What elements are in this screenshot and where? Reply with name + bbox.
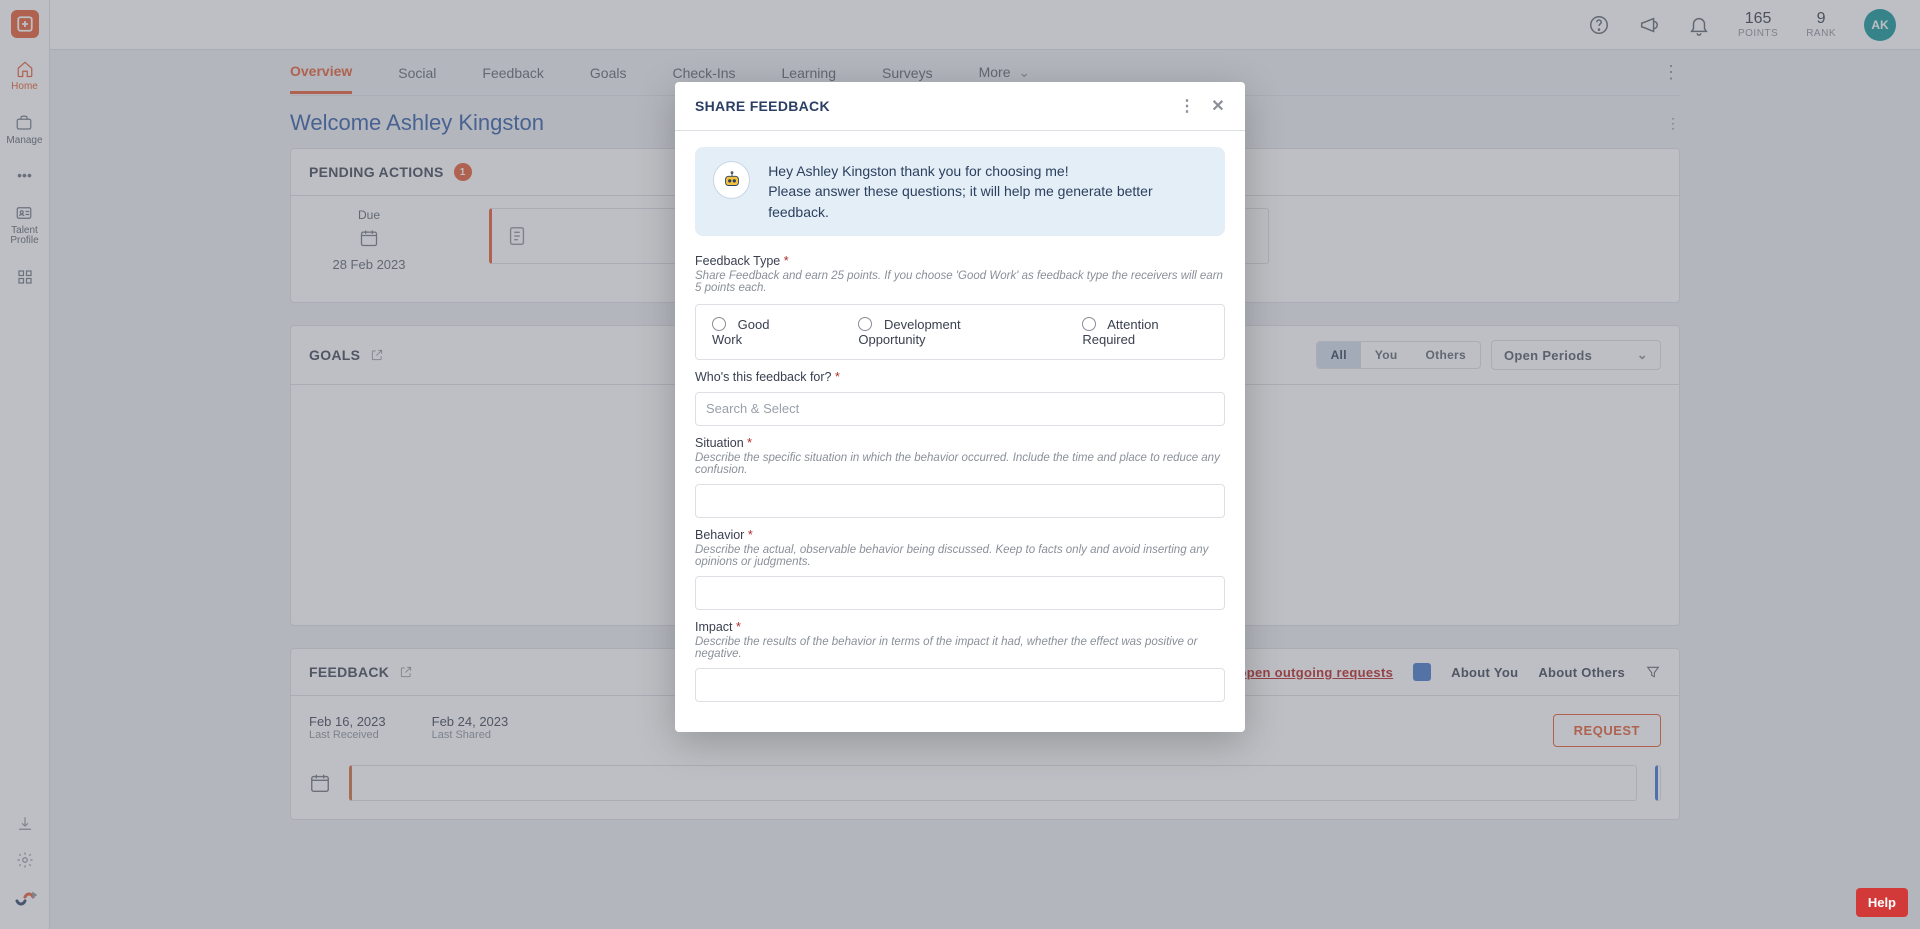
modal-title: SHARE FEEDBACK: [695, 98, 830, 114]
impact-input[interactable]: [695, 668, 1225, 702]
bot-icon: [713, 161, 750, 199]
situation-input[interactable]: [695, 484, 1225, 518]
radio-icon: [712, 317, 726, 331]
behavior-input[interactable]: [695, 576, 1225, 610]
feedback-type-hint: Share Feedback and earn 25 points. If yo…: [695, 270, 1225, 294]
who-label: Who's this feedback for?: [695, 370, 831, 384]
situation-label: Situation: [695, 436, 744, 450]
assistant-line1: Hey Ashley Kingston thank you for choosi…: [768, 161, 1207, 181]
behavior-hint: Describe the actual, observable behavior…: [695, 544, 1225, 568]
feedback-type-attention[interactable]: Attention Required: [1082, 317, 1208, 347]
impact-section: Impact * Describe the results of the beh…: [675, 620, 1245, 702]
radio-icon: [858, 317, 872, 331]
feedback-type-good-work[interactable]: Good Work: [712, 317, 798, 347]
behavior-section: Behavior * Describe the actual, observab…: [675, 528, 1245, 610]
close-icon[interactable]: ✕: [1211, 96, 1225, 116]
help-button[interactable]: Help: [1856, 888, 1908, 917]
feedback-who-section: Who's this feedback for? *: [675, 370, 1245, 426]
situation-section: Situation * Describe the specific situat…: [675, 436, 1245, 518]
situation-hint: Describe the specific situation in which…: [695, 452, 1225, 476]
radio-icon: [1082, 317, 1096, 331]
who-search-input[interactable]: [695, 392, 1225, 426]
assistant-bubble: Hey Ashley Kingston thank you for choosi…: [695, 147, 1225, 236]
feedback-type-dev-opp[interactable]: Development Opportunity: [858, 317, 1022, 347]
modal-kebab-icon[interactable]: ⋮: [1179, 96, 1195, 116]
impact-hint: Describe the results of the behavior in …: [695, 636, 1225, 660]
behavior-label: Behavior: [695, 528, 744, 542]
share-feedback-modal: SHARE FEEDBACK ⋮ ✕ Hey Ashley Kingston t…: [675, 82, 1245, 732]
assistant-line2: Please answer these questions; it will h…: [768, 181, 1207, 222]
feedback-type-label: Feedback Type: [695, 254, 780, 268]
impact-label: Impact: [695, 620, 733, 634]
feedback-type-section: Feedback Type * Share Feedback and earn …: [675, 254, 1245, 360]
